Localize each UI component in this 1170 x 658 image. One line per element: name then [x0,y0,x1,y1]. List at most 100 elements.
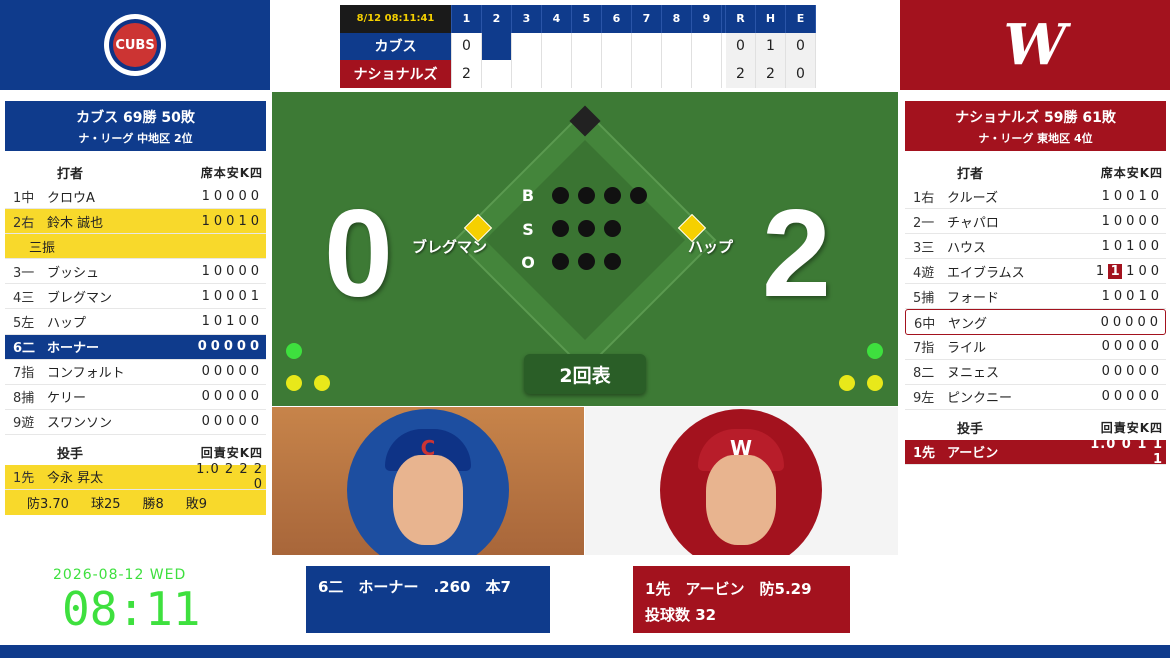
away-status-light [286,375,302,391]
pitchers-stats-header: 回責安K四 [200,446,263,461]
away-record: カブス 69勝 50敗 [76,109,195,126]
cubs-logo-text: CUBS [113,23,157,67]
batter-position: 4三 [13,290,35,306]
lineup-row-next-batter: 6中 ヤング 00000 [905,309,1166,335]
pitcher-stats: 1.0 2 2 2 0 [196,461,263,492]
batter-stats: 00000 [201,414,263,430]
out-indicator [578,253,595,270]
at-bat-result: 三振 [5,234,266,260]
batter-stats: 10001 [201,288,263,304]
home-errors: 0 [786,60,816,88]
clock-time: 08:11 [62,582,201,636]
home-team-name: ナショナルズ [340,60,452,88]
current-batter-box: 6二 ホーナー .260 本7 [306,566,550,633]
away-inning-score [662,32,692,61]
batter-stats: 00000 [197,339,263,355]
batter-stats: 10010 [1101,188,1163,204]
lineup-row: 9左 ピンクニー 00000 [905,385,1166,410]
inning-label: 7 [632,5,662,33]
lineup-row-highlight: 2右 鈴木 誠也 10010 [5,209,266,235]
ball-indicator [578,187,595,204]
away-score: 0 [324,185,393,323]
away-team-logo-panel: CUBS [0,0,270,90]
batter-position: 8捕 [13,391,35,407]
batter-name: 鈴木 誠也 [47,215,104,231]
pitcher-detail: 防3.70 球25 勝8 敗9 [5,490,266,516]
batter-position: 6中 [914,316,936,332]
strike-indicator [578,220,595,237]
pitcher-name: 今永 昇太 [47,471,104,487]
home-inning-score: 2 [452,60,482,88]
away-inning-score [572,32,602,61]
home-inning-score [632,60,662,88]
pitcher-stats: 1.0 0 1 1 1 [1090,436,1163,467]
batter-position: 2一 [913,215,935,231]
field-panel: 0 2 ブレグマン ハップ B S O 2回表 [272,92,898,406]
away-inning-score [602,32,632,61]
batters-stats-header: 席本安K四 [200,165,263,180]
batter-position: 2右 [13,215,35,231]
strike-indicator [552,220,569,237]
batter-stats: 10000 [1101,213,1163,229]
batter-stats: 10010 [1101,288,1163,304]
lineup-row: 8二 ヌニェス 00000 [905,360,1166,385]
pitcher-role: 1先 [13,471,35,487]
home-inning-score [692,60,722,88]
home-inning-score [542,60,572,88]
batter-position: 5捕 [913,290,935,306]
home-score: 2 [762,185,831,323]
pitcher-role: 1先 [913,446,936,462]
pitcher-photo: W [585,407,898,555]
out-indicator [552,253,569,270]
inning-label: 4 [542,5,572,33]
batter-stats: 00000 [1101,339,1163,355]
batter-name: チャパロ [947,215,999,231]
runner-first-name: ハップ [688,238,734,256]
batter-position: 9遊 [13,416,35,432]
batter-name: エイブラムス [947,265,1025,281]
pitchers-stats-header: 回責安K四 [1100,421,1163,436]
linescore: 8/12 08:11:41 1 2 3 4 5 6 7 8 9 R H E カブ… [340,5,830,88]
ball-label: B [521,186,535,205]
batter-stats: 10000 [201,263,263,279]
lineup-row-current-batter: 6二 ホーナー 00000 [5,334,266,360]
batter-position: 1右 [913,190,935,206]
inning-label: 1 [452,5,482,33]
home-hits: 2 [756,60,786,88]
batter-stats: 00000 [1101,389,1163,405]
home-record: ナショナルズ 59勝 61敗 [955,109,1116,126]
batter-photo: C [272,407,584,555]
batter-name: ホーナー [47,341,100,357]
game-time: 8/12 08:11:41 [340,5,452,33]
pitcher-row: 1先 今永 昇太 1.0 2 2 2 0 [5,461,266,492]
batter-name: ハップ [47,316,87,332]
pitcher-wins: 勝8 [142,497,164,513]
batter-name: クルーズ [947,190,998,206]
batter-name: スワンソン [47,416,113,432]
batter-stats: 1 1 100 [1084,263,1166,279]
lineup-row: 2一 チャパロ 10000 [905,209,1166,235]
current-batter-info: 6二 ホーナー .260 本7 [318,578,511,596]
batter-name: ピンクニー [947,391,1013,407]
home-league-standing: ナ・リーグ 東地区 4位 [978,131,1093,145]
lineup-row: 4遊 エイブラムス 1 1 100 [905,259,1166,285]
ball-indicator [552,187,569,204]
batter-position: 9左 [913,391,935,407]
pitcher-pitch-count: 球25 [90,497,121,513]
batter-position: 7指 [913,341,935,357]
away-inning-score [512,32,542,61]
lineup-row: 7指 ライル 00000 [905,335,1166,360]
batters-header-label: 打者 [957,166,984,182]
home-runs: 2 [726,60,756,88]
away-hits: 1 [756,32,786,61]
strike-label: S [522,220,534,239]
home-status-light [867,343,883,359]
away-errors: 0 [786,32,816,61]
current-pitcher-box: 1先 アービン 防5.29 投球数 32 [633,566,850,633]
batter-name: ヤング [948,316,988,332]
away-runs: 0 [726,32,756,61]
batter-name: ライル [947,341,987,357]
home-inning-score [662,60,692,88]
away-inning-score-current [482,32,512,61]
home-run-highlight: 1 [1108,263,1123,279]
